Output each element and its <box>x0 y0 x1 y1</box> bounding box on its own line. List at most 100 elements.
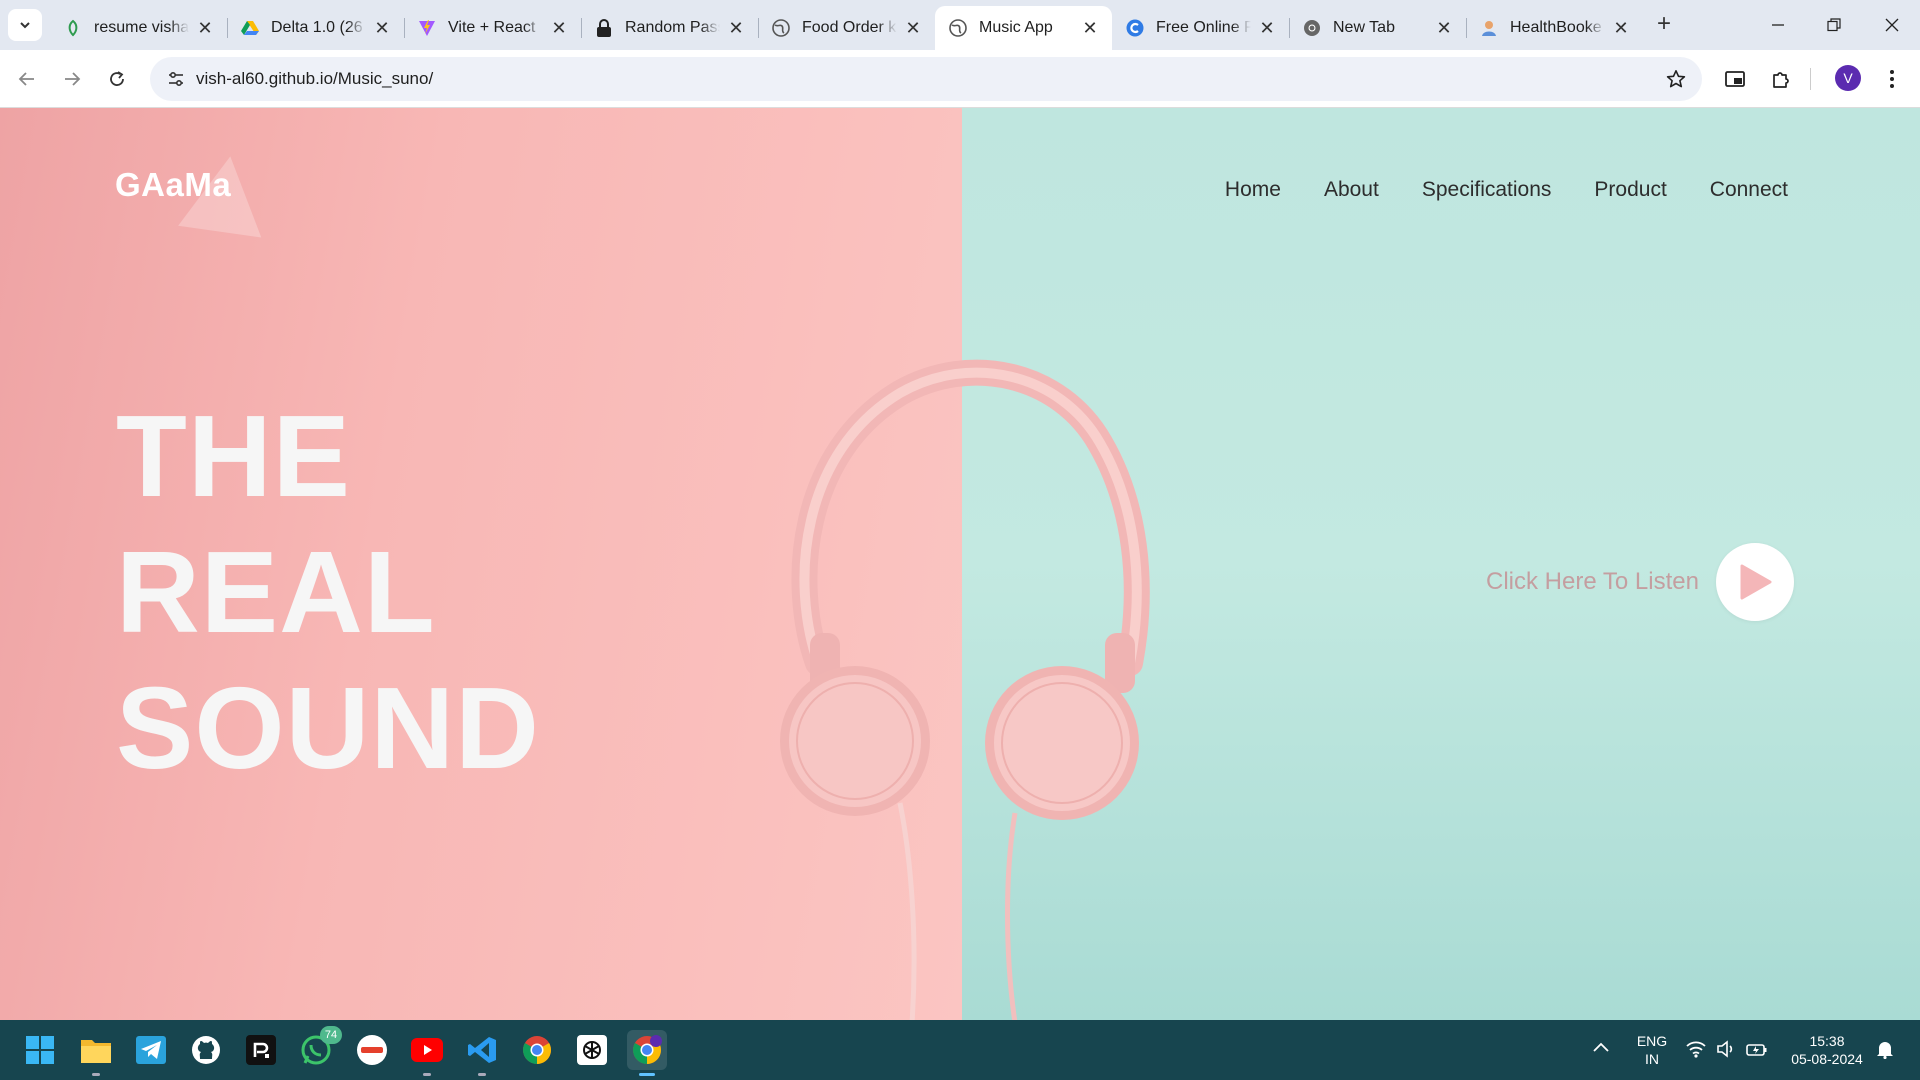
taskbar-chrome[interactable] <box>517 1030 557 1070</box>
volume-icon <box>1717 1040 1733 1058</box>
tab-title: Random Pass <box>625 19 720 36</box>
close-tab-icon[interactable]: ✕ <box>549 18 569 38</box>
tab-music-app[interactable]: Music App ✕ <box>935 6 1112 50</box>
taskbar-chrome-profile[interactable] <box>627 1030 667 1076</box>
bell-icon <box>1877 1042 1893 1060</box>
close-tab-icon[interactable]: ✕ <box>372 18 392 38</box>
c-logo-icon <box>1126 19 1144 37</box>
tab-vite[interactable]: Vite + React ✕ <box>404 6 582 50</box>
tab-title: HealthBooke <box>1510 19 1602 36</box>
restore-button[interactable] <box>1806 0 1862 50</box>
site-logo[interactable]: GAaMa <box>115 150 275 238</box>
chrome-icon <box>523 1036 551 1064</box>
wifi-icon <box>1686 1041 1706 1058</box>
picture-in-picture-icon <box>1725 71 1745 87</box>
battery-icon <box>1746 1044 1767 1056</box>
taskbar-github[interactable] <box>186 1030 226 1070</box>
play-button[interactable] <box>1716 543 1794 621</box>
globe-icon <box>772 19 790 37</box>
file-explorer-icon <box>81 1040 111 1063</box>
tab-strip: resume vishal ✕ Delta 1.0 (26 ✕ Vite + R… <box>0 0 1920 50</box>
tab-food-order[interactable]: Food Order k ✕ <box>758 6 936 50</box>
profile-avatar[interactable]: V <box>1835 65 1861 91</box>
bookmark-button[interactable] <box>1664 67 1688 91</box>
chrome-menu-button[interactable] <box>1876 63 1908 95</box>
close-tab-icon[interactable]: ✕ <box>1257 18 1277 38</box>
taskbar-r-app[interactable] <box>241 1030 281 1070</box>
windows-start-button[interactable] <box>20 1030 60 1070</box>
new-tab-button[interactable]: + <box>1652 12 1676 36</box>
r-app-icon <box>246 1035 276 1065</box>
taskbar-file-explorer[interactable] <box>76 1030 116 1076</box>
music-landing-page: GAaMa Home About Specifications Product … <box>0 108 1920 1020</box>
clock-time: 15:38 <box>1809 1033 1845 1049</box>
taskbar-youtube[interactable] <box>407 1030 447 1076</box>
leaf-icon <box>64 19 82 37</box>
vscode-icon <box>468 1037 496 1063</box>
puzzle-icon <box>1773 72 1789 88</box>
close-tab-icon[interactable]: ✕ <box>1611 18 1631 38</box>
extensions-button[interactable] <box>1765 63 1797 95</box>
notifications-button[interactable] <box>1876 1039 1894 1064</box>
tab-title: Delta 1.0 (26 <box>271 19 363 36</box>
minimize-button[interactable] <box>1750 0 1806 50</box>
taskbar-telegram[interactable] <box>131 1030 171 1070</box>
nav-product[interactable]: Product <box>1594 178 1666 202</box>
more-vertical-icon <box>1890 70 1894 88</box>
taskbar-vscode[interactable] <box>462 1030 502 1076</box>
chatgpt-icon <box>577 1035 607 1065</box>
main-navigation: Home About Specifications Product Connec… <box>1225 178 1788 202</box>
close-tab-icon[interactable]: ✕ <box>1434 18 1454 38</box>
site-info-button[interactable] <box>160 63 192 95</box>
clock-date: 05-08-2024 <box>1791 1051 1863 1067</box>
nav-specifications[interactable]: Specifications <box>1422 178 1552 202</box>
logo-text: GAaMa <box>115 166 232 203</box>
chevron-down-icon <box>20 22 30 29</box>
address-bar[interactable]: vish-al60.github.io/Music_suno/ <box>150 57 1702 101</box>
globe-icon <box>949 19 967 37</box>
region-code: IN <box>1645 1051 1659 1067</box>
close-tab-icon[interactable]: ✕ <box>903 18 923 38</box>
tab-random-pass[interactable]: Random Pass ✕ <box>581 6 759 50</box>
picture-in-picture-button[interactable] <box>1719 63 1751 95</box>
language-indicator[interactable]: ENG IN <box>1630 1032 1674 1068</box>
taskbar-whatsapp[interactable]: 74 <box>296 1026 342 1070</box>
tab-resume[interactable]: resume vishal ✕ <box>50 6 228 50</box>
nav-connect[interactable]: Connect <box>1710 178 1788 202</box>
star-icon <box>1666 70 1686 88</box>
chrome-icon <box>1303 19 1321 37</box>
browser-toolbar: vish-al60.github.io/Music_suno/ <box>0 50 1920 108</box>
tab-new-tab[interactable]: New Tab ✕ <box>1289 6 1467 50</box>
forward-button[interactable] <box>56 63 88 95</box>
tab-healthbooker[interactable]: HealthBooke ✕ <box>1466 6 1643 50</box>
tab-delta[interactable]: Delta 1.0 (26 ✕ <box>227 6 405 50</box>
clock[interactable]: 15:38 05-08-2024 <box>1782 1032 1872 1068</box>
close-tab-icon[interactable]: ✕ <box>195 18 215 38</box>
nav-home[interactable]: Home <box>1225 178 1281 202</box>
close-tab-icon[interactable]: ✕ <box>726 18 746 38</box>
coinex-icon <box>357 1035 387 1065</box>
close-window-button[interactable] <box>1864 0 1920 50</box>
show-hidden-icons-button[interactable] <box>1592 1040 1610 1058</box>
minimize-icon <box>1772 24 1784 26</box>
youtube-icon <box>411 1038 443 1062</box>
back-button[interactable] <box>11 63 43 95</box>
taskbar-coinex[interactable] <box>352 1030 392 1070</box>
nav-about[interactable]: About <box>1324 178 1379 202</box>
taskbar-chatgpt[interactable] <box>572 1030 612 1070</box>
restore-icon <box>1827 18 1841 32</box>
reload-button[interactable] <box>101 63 133 95</box>
windows-start-icon <box>26 1036 54 1064</box>
tab-free-online[interactable]: Free Online P ✕ <box>1112 6 1290 50</box>
tab-title: Food Order k <box>802 19 897 36</box>
close-tab-icon[interactable]: ✕ <box>1080 18 1100 38</box>
system-tray-icons[interactable] <box>1686 1040 1768 1058</box>
tab-title: Vite + React <box>448 19 536 36</box>
telegram-icon <box>136 1036 166 1064</box>
headphones-image <box>780 359 1150 1020</box>
tab-title: Music App <box>979 19 1053 36</box>
notification-badge: 74 <box>320 1026 342 1044</box>
reload-icon <box>110 71 124 86</box>
tab-search-button[interactable] <box>8 9 42 41</box>
listen-cta-text[interactable]: Click Here To Listen <box>1486 568 1699 596</box>
